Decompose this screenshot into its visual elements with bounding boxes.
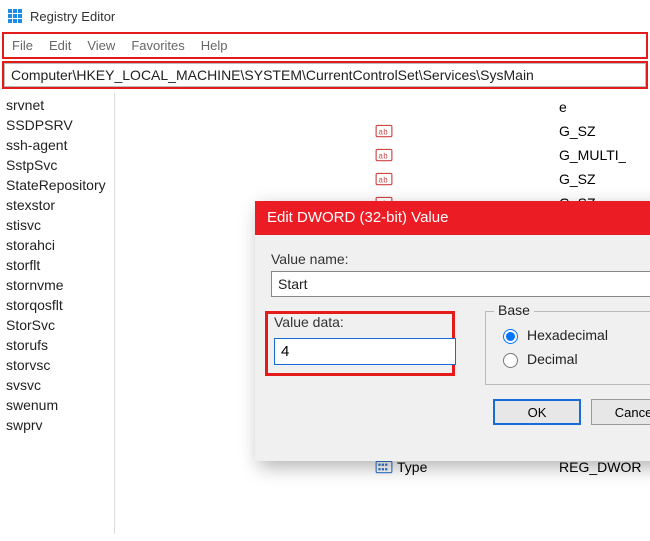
radio-dec-label: Decimal <box>527 351 578 367</box>
string-value-icon: ab <box>375 146 393 164</box>
value-type: e <box>559 99 567 115</box>
string-value-icon: ab <box>375 122 393 140</box>
value-data-label: Value data: <box>274 314 446 330</box>
key-tree-item[interactable]: storvsc <box>0 355 114 375</box>
addressbar-highlight <box>2 61 648 89</box>
ok-button[interactable]: OK <box>493 399 581 425</box>
key-tree-item[interactable]: svsvc <box>0 375 114 395</box>
svg-text:ab: ab <box>378 152 388 161</box>
value-name-label: Value name: <box>271 251 650 267</box>
value-row[interactable]: e <box>373 95 650 119</box>
value-row[interactable]: ab G_SZ <box>373 167 650 191</box>
radio-dec-input[interactable] <box>503 353 518 368</box>
key-tree-item[interactable]: swprv <box>0 415 114 435</box>
value-type: G_SZ <box>559 123 596 139</box>
key-tree-item[interactable]: storufs <box>0 335 114 355</box>
key-tree-item[interactable]: stisvc <box>0 215 114 235</box>
key-tree-item[interactable]: ssh-agent <box>0 135 114 155</box>
dialog-title-text: Edit DWORD (32-bit) Value <box>267 201 448 235</box>
address-input[interactable] <box>4 63 646 87</box>
base-groupbox: Base Hexadecimal Decimal <box>485 311 650 385</box>
menubar: File Edit View Favorites Help <box>4 34 646 57</box>
menu-favorites[interactable]: Favorites <box>131 38 184 53</box>
value-type: REG_DWOR <box>559 459 641 475</box>
value-row[interactable]: ab G_MULTI_ <box>373 143 650 167</box>
value-type: G_MULTI_ <box>559 147 626 163</box>
key-tree-item[interactable]: SstpSvc <box>0 155 114 175</box>
key-tree-item[interactable]: stexstor <box>0 195 114 215</box>
radio-hex-input[interactable] <box>503 329 518 344</box>
menu-file[interactable]: File <box>12 38 33 53</box>
dialog-titlebar: Edit DWORD (32-bit) Value ✕ <box>255 201 650 235</box>
value-type: G_SZ <box>559 171 596 187</box>
value-data-field[interactable] <box>274 338 456 365</box>
menu-help[interactable]: Help <box>201 38 228 53</box>
radio-hexadecimal[interactable]: Hexadecimal <box>498 326 650 344</box>
cancel-button[interactable]: Cancel <box>591 399 650 425</box>
key-tree-item[interactable]: srvnet <box>0 95 114 115</box>
window-titlebar: Registry Editor <box>0 0 650 32</box>
registry-editor-icon <box>6 7 24 25</box>
key-tree-item[interactable]: swenum <box>0 395 114 415</box>
key-tree-item[interactable]: storahci <box>0 235 114 255</box>
edit-dword-dialog: Edit DWORD (32-bit) Value ✕ Value name: … <box>255 201 650 461</box>
key-tree-item[interactable]: StateRepository <box>0 175 114 195</box>
menu-view[interactable]: View <box>87 38 115 53</box>
menubar-highlight: File Edit View Favorites Help <box>2 32 648 59</box>
value-icon <box>375 98 393 116</box>
value-name: Type <box>397 459 555 475</box>
key-tree-item[interactable]: SSDPSRV <box>0 115 114 135</box>
menu-edit[interactable]: Edit <box>49 38 71 53</box>
radio-decimal[interactable]: Decimal <box>498 350 650 368</box>
svg-text:ab: ab <box>378 176 388 185</box>
string-value-icon: ab <box>375 170 393 188</box>
window-title: Registry Editor <box>30 9 115 24</box>
radio-hex-label: Hexadecimal <box>527 327 608 343</box>
value-name-field[interactable] <box>271 271 650 297</box>
base-legend: Base <box>494 302 534 318</box>
key-tree-item[interactable]: StorSvc <box>0 315 114 335</box>
value-data-highlight: Value data: <box>265 311 455 376</box>
key-tree-item[interactable]: stornvme <box>0 275 114 295</box>
key-tree[interactable]: srvnetSSDPSRVssh-agentSstpSvcStateReposi… <box>0 93 115 534</box>
key-tree-item[interactable]: storqosflt <box>0 295 114 315</box>
key-tree-item[interactable]: storflt <box>0 255 114 275</box>
value-row[interactable]: ab G_SZ <box>373 119 650 143</box>
svg-text:ab: ab <box>378 128 388 137</box>
